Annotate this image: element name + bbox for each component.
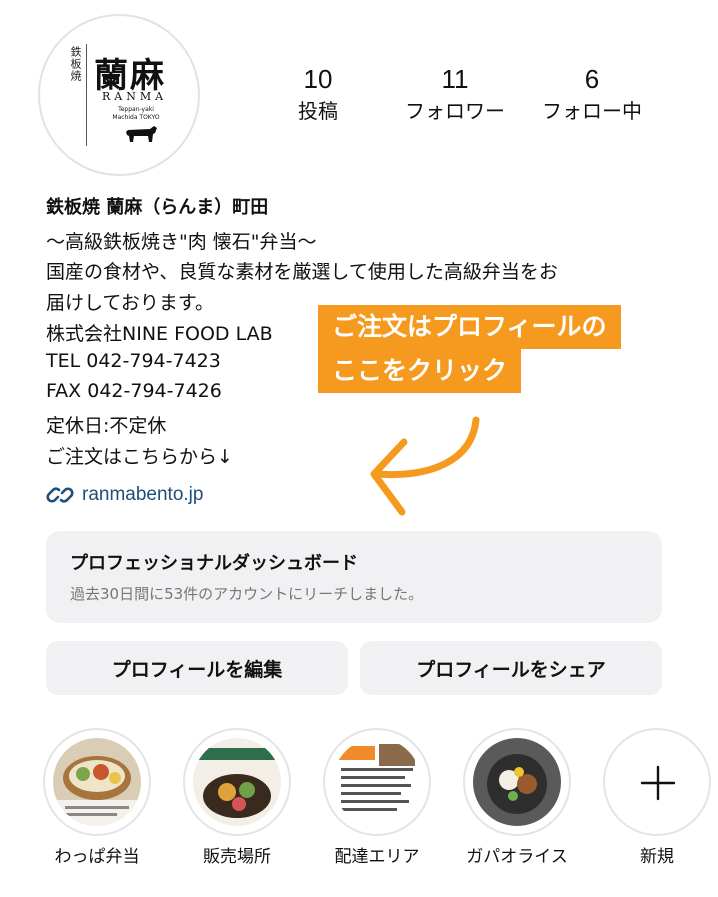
callout-line-1: ご注文はプロフィールの	[318, 305, 621, 349]
highlight-label: わっぱ弁当	[54, 847, 140, 867]
logo-kanji-small: 鉄板焼	[69, 46, 82, 82]
logo-subtitle: Teppan-yaki Machida TOKYO	[100, 106, 172, 122]
link-icon	[46, 487, 74, 503]
bio-line-order: ご注文はこちらから↓	[46, 446, 233, 468]
stat-following-count: 6	[584, 64, 600, 94]
bio-line-3: 届けしております。	[46, 292, 214, 314]
sales-flyer	[193, 738, 281, 826]
stat-followers-label: フォロワー	[405, 99, 505, 123]
logo-divider	[86, 44, 87, 146]
highlight-label: 配達エリア	[334, 847, 420, 867]
bio-line-tel: TEL 042-794-7423	[46, 350, 221, 372]
avatar[interactable]: 鉄板焼 蘭麻 RANMA Teppan-yaki Machida TOKYO	[50, 26, 188, 164]
professional-dashboard[interactable]: プロフェッショナルダッシュボード 過去30日間に53件のアカウントにリーチしまし…	[46, 531, 662, 623]
stat-posts-label: 投稿	[298, 99, 338, 123]
bio-line-holiday: 定休日:不定休	[46, 415, 167, 437]
cow-icon	[126, 126, 157, 142]
bio-line-company: 株式会社NINE FOOD LAB	[46, 323, 273, 345]
stat-followers[interactable]: 11 フォロワー	[390, 64, 520, 124]
edit-profile-button[interactable]: プロフィールを編集	[46, 641, 348, 695]
link-text: ranmabento.jp	[82, 484, 204, 505]
highlight-label: 新規	[640, 847, 674, 867]
gapao-photo	[473, 738, 561, 826]
profile-link[interactable]: ranmabento.jp	[46, 480, 203, 510]
callout-line-2: ここをクリック	[318, 349, 522, 393]
logo-romaji: RANMA	[102, 90, 168, 103]
bento-photo	[53, 738, 141, 826]
profile-name: 鉄板焼 蘭麻（らんま）町田	[46, 197, 269, 218]
bio-line-2: 国産の食材や、良質な素材を厳選して使用した高級弁当をお	[46, 261, 558, 283]
bio-line-fax: FAX 042-794-7426	[46, 380, 222, 402]
highlight-delivery-area[interactable]	[323, 728, 431, 836]
stat-following[interactable]: 6 フォロー中	[532, 64, 652, 124]
highlight-label: ガパオライス	[466, 847, 568, 867]
dashboard-title: プロフェッショナルダッシュボード	[70, 553, 358, 574]
arrow-icon	[370, 416, 480, 516]
plus-icon	[640, 765, 676, 801]
highlight-sales-location[interactable]	[183, 728, 291, 836]
highlight-gapao-rice[interactable]	[463, 728, 571, 836]
dashboard-subtitle: 過去30日間に53件のアカウントにリーチしました。	[70, 585, 424, 603]
stat-posts-count: 10	[303, 64, 333, 94]
highlight-wappa-bento[interactable]	[43, 728, 151, 836]
stat-followers-count: 11	[441, 64, 469, 94]
stat-following-label: フォロー中	[542, 99, 642, 123]
bio-line-1: 〜高級鉄板焼き"肉 懐石"弁当〜	[46, 231, 317, 253]
highlight-label: 販売場所	[203, 847, 271, 867]
delivery-flyer	[333, 738, 421, 826]
stat-posts[interactable]: 10 投稿	[278, 64, 358, 124]
share-profile-button[interactable]: プロフィールをシェア	[360, 641, 662, 695]
logo-subtitle-line2: Machida TOKYO	[112, 114, 160, 121]
logo-subtitle-line1: Teppan-yaki	[118, 106, 154, 113]
new-highlight-button[interactable]	[603, 728, 711, 836]
